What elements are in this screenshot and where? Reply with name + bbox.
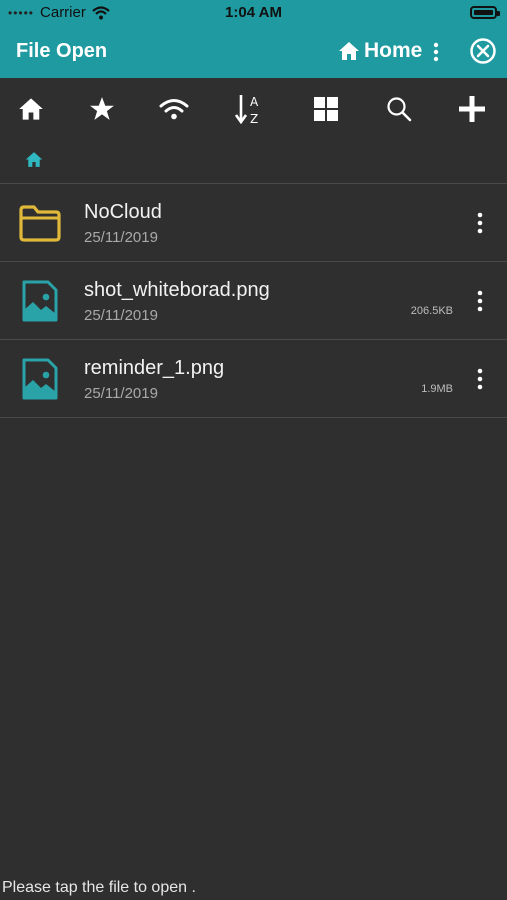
item-menu-icon[interactable] xyxy=(476,290,484,312)
wifi-icon xyxy=(159,99,189,120)
toolbar-sort-button[interactable]: A Z xyxy=(232,92,268,126)
divider xyxy=(0,417,507,418)
search-icon xyxy=(387,97,412,122)
battery-icon xyxy=(470,6,500,19)
image-file-icon xyxy=(22,280,58,322)
sort-az-icon: A Z xyxy=(234,95,259,126)
app-bar: File Open Home xyxy=(0,26,507,78)
file-list-item[interactable]: NoCloud 25/11/2019 xyxy=(0,184,507,261)
file-size: 206.5KB xyxy=(410,305,453,317)
toolbar-wifi-button[interactable] xyxy=(156,92,192,126)
item-menu-icon[interactable] xyxy=(476,212,484,234)
close-icon[interactable] xyxy=(469,37,497,65)
toolbar-favorites-button[interactable] xyxy=(84,92,120,126)
breadcrumb[interactable] xyxy=(25,151,43,169)
toolbar-view-toggle-button[interactable] xyxy=(308,92,344,126)
item-menu-icon[interactable] xyxy=(476,368,484,390)
location-home-button[interactable]: Home xyxy=(338,39,422,63)
file-name: reminder_1.png xyxy=(84,357,225,379)
file-list-item[interactable]: reminder_1.png 25/11/2019 1.9MB xyxy=(0,340,507,417)
status-bar: ••••• Carrier 1:04 AM xyxy=(0,0,507,26)
file-name: NoCloud xyxy=(84,201,162,223)
home-icon xyxy=(19,98,43,120)
more-options-icon[interactable] xyxy=(432,42,440,62)
page-title: File Open xyxy=(16,40,108,62)
file-date: 25/11/2019 xyxy=(84,307,158,324)
file-name: shot_whiteborad.png xyxy=(84,279,270,301)
grid-icon xyxy=(314,97,338,121)
file-date: 25/11/2019 xyxy=(84,229,158,246)
toolbar-home-button[interactable] xyxy=(13,92,49,126)
svg-text:A: A xyxy=(250,95,259,109)
location-label: Home xyxy=(364,39,423,62)
image-file-icon xyxy=(22,358,58,400)
home-icon xyxy=(339,42,359,60)
star-icon xyxy=(90,97,114,120)
toolbar-add-button[interactable] xyxy=(454,92,490,126)
toolbar-search-button[interactable] xyxy=(381,92,417,126)
file-date: 25/11/2019 xyxy=(84,385,158,402)
plus-icon xyxy=(459,96,485,122)
folder-icon xyxy=(19,205,61,242)
status-time: 1:04 AM xyxy=(225,4,282,21)
svg-text:Z: Z xyxy=(250,112,258,126)
file-list-item[interactable]: shot_whiteborad.png 25/11/2019 206.5KB xyxy=(0,262,507,339)
toolbar: A Z xyxy=(0,78,507,140)
home-icon xyxy=(25,152,43,167)
file-size: 1.9MB xyxy=(421,383,453,395)
footer-hint: Please tap the file to open . xyxy=(2,879,196,896)
